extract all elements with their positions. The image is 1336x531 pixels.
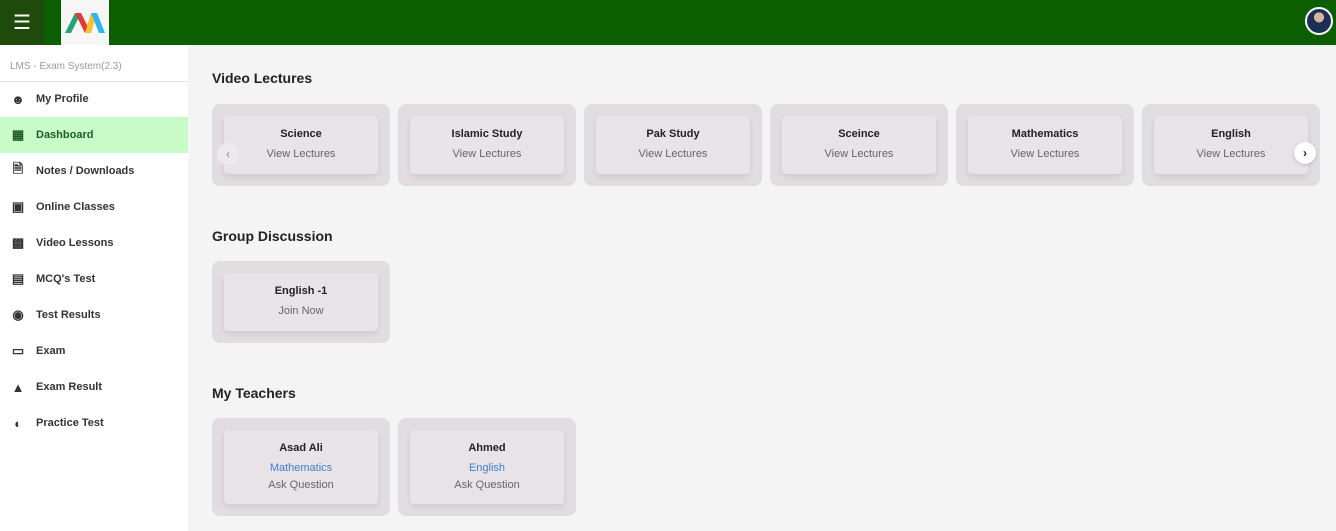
speedometer-icon: ◐ — [14, 415, 22, 431]
sidebar-item[interactable]: ◐ Practice Test — [0, 405, 188, 441]
view-lectures-link[interactable]: View Lectures — [224, 148, 378, 160]
podium-icon: ▲ — [11, 379, 25, 395]
card-title: Sceince — [838, 128, 880, 140]
sidebar-item[interactable]: ◉ Test Results — [0, 297, 188, 333]
card-title: English -1 — [274, 285, 328, 297]
top-bar: ☰ — [0, 0, 1336, 45]
sidebar-item[interactable]: ▭ Exam — [0, 333, 188, 369]
sidebar-item-label: MCQ's Test — [36, 273, 96, 285]
sidebar: LMS - Exam System(2.3) ☻ My Profile ▦ Dashb… — [0, 45, 188, 531]
view-lectures-link[interactable]: View Lectures — [596, 148, 750, 160]
teacher-name: Asad Ali — [279, 442, 323, 454]
app-version-label: LMS - Exam System(2.3) — [10, 61, 122, 72]
document-icon: 🗎 — [12, 161, 24, 176]
ask-question-link[interactable]: Ask Question — [410, 479, 564, 491]
sidebar-item-label: Exam Result — [36, 381, 103, 393]
section-title-group-discussion: Group Discussion — [212, 228, 333, 244]
sidebar-item-label: Video Lessons — [36, 237, 114, 249]
sidebar-item[interactable]: ▣ Online Classes — [0, 189, 188, 225]
medal-icon: ◉ — [12, 307, 24, 322]
sidebar-item[interactable]: 🗎 Notes / Downloads — [0, 153, 188, 189]
sidebar-item-label: Exam — [36, 345, 66, 357]
sidebar-item-label: Online Classes — [36, 201, 115, 213]
hamburger-icon[interactable]: ☰ — [0, 0, 44, 45]
sidebar-item-label: Dashboard — [36, 129, 94, 141]
discussion-card[interactable]: English -1 Join Now — [212, 261, 390, 343]
sidebar-item[interactable]: ▲ Exam Result — [0, 369, 188, 405]
chevron-right-icon[interactable]: › — [1294, 142, 1316, 164]
lecture-card[interactable]: Islamic Study View Lectures — [398, 104, 576, 186]
sidebar-item[interactable]: ☻ My Profile — [0, 81, 188, 117]
user-icon: ☻ — [11, 91, 25, 107]
sidebar-item[interactable]: ▦ Dashboard — [0, 117, 188, 153]
view-lectures-link[interactable]: View Lectures — [968, 148, 1122, 160]
card-title: Islamic Study — [451, 128, 523, 140]
lecture-card[interactable]: Science View Lectures — [212, 104, 390, 186]
classroom-icon: ▣ — [11, 199, 25, 214]
section-title-video-lectures: Video Lectures — [212, 70, 313, 86]
sidebar-item-label: Test Results — [36, 309, 101, 321]
grid-icon: ▦ — [11, 127, 25, 142]
teacher-subject[interactable]: English — [410, 462, 564, 474]
sidebar-item[interactable]: ▤ MCQ's Test — [0, 261, 188, 297]
sidebar-item-label: My Profile — [36, 93, 89, 105]
join-now-link[interactable]: Join Now — [224, 305, 378, 317]
logo[interactable] — [61, 0, 109, 45]
ask-question-link[interactable]: Ask Question — [224, 479, 378, 491]
sidebar-item[interactable]: ▩ Video Lessons — [0, 225, 188, 261]
teacher-card[interactable]: Asad Ali Mathematics Ask Question — [212, 418, 390, 516]
card-title: Mathematics — [1011, 128, 1079, 140]
section-title-my-teachers: My Teachers — [212, 385, 296, 401]
card-title: Pak Study — [646, 128, 700, 140]
presentation-icon: ▤ — [11, 271, 25, 286]
card-title: Science — [280, 128, 322, 140]
chevron-left-icon[interactable]: ‹ — [217, 143, 239, 165]
clipboard-icon: ▭ — [11, 343, 25, 358]
teacher-card[interactable]: Ahmed English Ask Question — [398, 418, 576, 516]
lecture-card[interactable]: Mathematics View Lectures — [956, 104, 1134, 186]
view-lectures-link[interactable]: View Lectures — [782, 148, 936, 160]
lecture-card[interactable]: English View Lectures — [1142, 104, 1320, 186]
view-lectures-link[interactable]: View Lectures — [410, 148, 564, 160]
sidebar-item-label: Practice Test — [36, 417, 104, 429]
sidebar-item-label: Notes / Downloads — [36, 165, 135, 177]
card-title: English — [1211, 128, 1251, 140]
teacher-subject[interactable]: Mathematics — [224, 462, 378, 474]
user-avatar[interactable] — [1305, 7, 1333, 35]
view-lectures-link[interactable]: View Lectures — [1154, 148, 1308, 160]
teacher-name: Ahmed — [468, 442, 506, 454]
lecture-card[interactable]: Pak Study View Lectures — [584, 104, 762, 186]
video-icon: ▩ — [11, 235, 25, 250]
lecture-card[interactable]: Sceince View Lectures — [770, 104, 948, 186]
